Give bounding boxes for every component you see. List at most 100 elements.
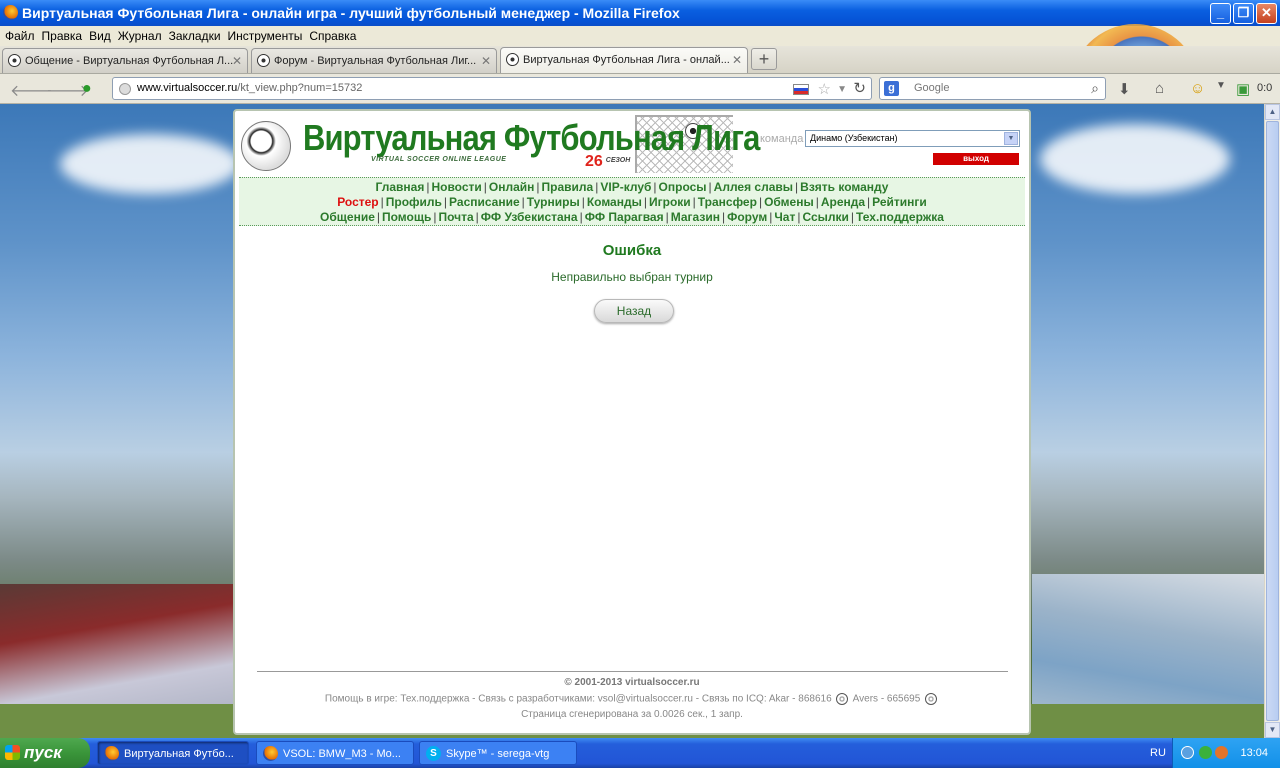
- back-button[interactable]: Назад: [594, 299, 674, 323]
- window-title: Виртуальная Футбольная Лига - онлайн игр…: [22, 5, 680, 21]
- firefox-icon: [3, 5, 18, 20]
- menu-link-mail[interactable]: Почта: [438, 210, 473, 224]
- download-icon[interactable]: ⬇: [1118, 80, 1131, 98]
- season-badge: 26 СЕЗОН: [585, 153, 630, 171]
- firefox-icon: [263, 746, 278, 761]
- menu-link-home[interactable]: Главная: [376, 180, 425, 194]
- search-bar[interactable]: g Google ⌕: [879, 77, 1106, 100]
- tab-forum[interactable]: Форум - Виртуальная Футбольная Лиг... ✕: [251, 48, 497, 73]
- site-identity-icon[interactable]: [119, 83, 131, 95]
- menu-link-ff-paraguay[interactable]: ФФ Парагвая: [585, 210, 664, 224]
- team-select[interactable]: Динамо (Узбекистан) ▼: [805, 130, 1020, 147]
- reload-icon[interactable]: ↻: [853, 78, 866, 99]
- footer-copyright: © 2001-2013 virtualsoccer.ru: [564, 677, 700, 688]
- logo-player-icon: [241, 121, 291, 171]
- menu-link-rent[interactable]: Аренда: [821, 195, 865, 209]
- menu-help[interactable]: Справка: [308, 29, 362, 43]
- close-button[interactable]: ✕: [1256, 3, 1277, 24]
- close-tab-icon[interactable]: ✕: [481, 49, 491, 73]
- menu-view[interactable]: Вид: [88, 29, 117, 43]
- close-tab-icon[interactable]: ✕: [232, 49, 242, 73]
- taskbar-item-vsol[interactable]: VSOL: BMW_M3 - Mo...: [256, 741, 414, 765]
- menu-history[interactable]: Журнал: [117, 29, 168, 43]
- taskbar-item-firefox[interactable]: Виртуальная Футбо...: [97, 741, 249, 765]
- error-message: Неправильно выбран турнир: [551, 270, 713, 284]
- home-icon[interactable]: ⌂: [1155, 80, 1164, 97]
- soccer-ball-icon: [257, 54, 270, 67]
- taskbar-item-skype[interactable]: S Skype™ - serega-vtg: [419, 741, 577, 765]
- site-menu: Главная | Новости | Онлайн | Правила | VIP-клуб |…: [239, 177, 1025, 226]
- tray-network-icon[interactable]: [1199, 746, 1212, 759]
- menu-link-shop[interactable]: Магазин: [671, 210, 720, 224]
- menu-link-players[interactable]: Игроки: [649, 195, 691, 209]
- start-label: пуск: [24, 743, 62, 762]
- menu-link-forum[interactable]: Форум: [727, 210, 767, 224]
- menu-link-polls[interactable]: Опросы: [659, 180, 707, 194]
- background-cloud: [1040, 124, 1230, 194]
- tray-app-icon[interactable]: [1215, 746, 1228, 759]
- menu-link-hall-of-fame[interactable]: Аллея славы: [714, 180, 793, 194]
- menu-link-communication[interactable]: Общение: [320, 210, 375, 224]
- menu-link-help[interactable]: Помощь: [382, 210, 431, 224]
- menu-link-ratings[interactable]: Рейтинги: [872, 195, 927, 209]
- menu-link-tournaments[interactable]: Турниры: [527, 195, 580, 209]
- chevron-down-icon[interactable]: ▼: [1004, 132, 1018, 145]
- maximize-button[interactable]: ❐: [1233, 3, 1254, 24]
- toolbar-counter: 0:0: [1257, 82, 1273, 94]
- logout-button[interactable]: выход: [933, 153, 1019, 165]
- menu-link-links[interactable]: Ссылки: [802, 210, 848, 224]
- menu-link-support[interactable]: Тех.поддержка: [856, 210, 944, 224]
- menu-link-exchanges[interactable]: Обмены: [764, 195, 814, 209]
- site-panel: Виртуальная Футбольная Лига VIRTUAL SOCC…: [233, 109, 1031, 735]
- scroll-up-icon[interactable]: ▲: [1265, 104, 1280, 120]
- scroll-thumb[interactable]: [1266, 121, 1279, 721]
- navigation-toolbar: 🡐 🡒 ● www.virtualsoccer.ru/kt_view.php?n…: [0, 74, 1280, 104]
- menu-link-take-team[interactable]: Взять команду: [800, 180, 888, 194]
- tab-chat[interactable]: Общение - Виртуальная Футбольная Л... ✕: [2, 48, 248, 73]
- vertical-scrollbar[interactable]: ▲ ▼: [1264, 104, 1280, 738]
- menu-link-ff-uzbekistan[interactable]: ФФ Узбекистана: [481, 210, 578, 224]
- tab-current[interactable]: Виртуальная Футбольная Лига - онлай... ✕: [500, 47, 748, 73]
- start-button[interactable]: пуск: [0, 738, 90, 768]
- search-refresh-icon[interactable]: ●: [82, 80, 92, 98]
- task-label: VSOL: BMW_M3 - Mo...: [283, 748, 401, 760]
- footer-help-avers[interactable]: Avers - 665695: [853, 694, 921, 705]
- menu-file[interactable]: Файл: [4, 29, 41, 43]
- language-indicator[interactable]: RU: [1150, 738, 1166, 768]
- menu-link-vip[interactable]: VIP-клуб: [600, 180, 651, 194]
- addon-face-icon[interactable]: ☺: [1190, 80, 1205, 97]
- search-icon[interactable]: ⌕: [1091, 78, 1099, 99]
- site-logo-title[interactable]: Виртуальная Футбольная Лига: [303, 117, 760, 159]
- menu-link-teams[interactable]: Команды: [587, 195, 642, 209]
- page-save-icon[interactable]: ▣: [1236, 80, 1250, 98]
- google-icon[interactable]: g: [884, 81, 899, 96]
- menu-link-schedule[interactable]: Расписание: [449, 195, 520, 209]
- footer-help-text[interactable]: Помощь в игре: Тех.поддержка - Связь с р…: [325, 694, 832, 705]
- menu-link-rules[interactable]: Правила: [542, 180, 594, 194]
- season-number: 26: [585, 153, 603, 170]
- new-tab-button[interactable]: +: [751, 48, 777, 70]
- address-bar[interactable]: www.virtualsoccer.ru/kt_view.php?num=157…: [112, 77, 872, 100]
- menu-link-online[interactable]: Онлайн: [489, 180, 535, 194]
- scroll-down-icon[interactable]: ▼: [1265, 722, 1280, 738]
- bookmark-star-icon[interactable]: ☆: [818, 79, 831, 100]
- task-label: Виртуальная Футбо...: [124, 748, 234, 760]
- history-dropdown-icon[interactable]: ▼: [837, 79, 847, 100]
- tray-expand-icon[interactable]: [1181, 746, 1194, 759]
- menu-link-news[interactable]: Новости: [431, 180, 481, 194]
- menu-link-roster[interactable]: Ростер: [337, 195, 378, 209]
- menu-bookmarks[interactable]: Закладки: [168, 29, 227, 43]
- minimize-button[interactable]: _: [1210, 3, 1231, 24]
- menu-link-transfer[interactable]: Трансфер: [698, 195, 757, 209]
- menu-edit[interactable]: Правка: [41, 29, 89, 43]
- system-tray: 13:04: [1172, 738, 1280, 768]
- footer-help: Помощь в игре: Тех.поддержка - Связь с р…: [235, 693, 1029, 705]
- close-tab-icon[interactable]: ✕: [732, 48, 742, 72]
- menubar: Файл Правка Вид Журнал Закладки Инструме…: [0, 26, 1280, 46]
- error-title: Ошибка: [602, 242, 662, 259]
- menu-tools[interactable]: Инструменты: [227, 29, 309, 43]
- menu-row-3: Общение | Помощь | Почта | ФФ Узбекистана | ФФ П…: [320, 210, 944, 224]
- addon-dropdown-icon[interactable]: ▼: [1216, 80, 1226, 91]
- menu-link-chat[interactable]: Чат: [774, 210, 795, 224]
- menu-link-profile[interactable]: Профиль: [386, 195, 442, 209]
